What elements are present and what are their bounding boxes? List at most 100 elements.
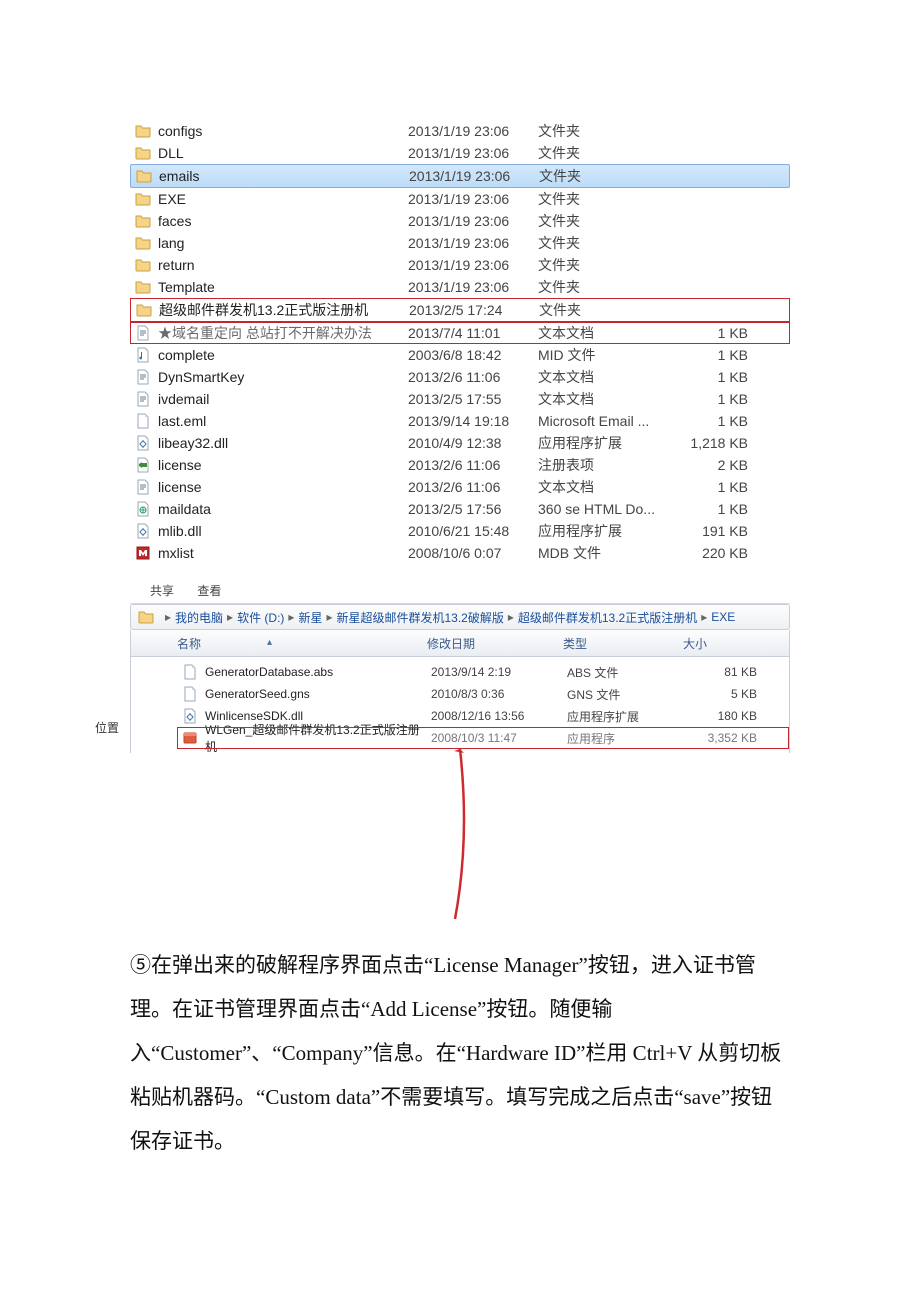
file-name: lang xyxy=(158,235,408,251)
file-size: 81 KB xyxy=(687,665,757,679)
header-date[interactable]: 修改日期 xyxy=(427,635,563,652)
file-name: license xyxy=(158,479,408,495)
file-list-2: 位置 GeneratorDatabase.abs2013/9/14 2:19AB… xyxy=(130,657,790,753)
file-date: 2008/10/3 11:47 xyxy=(431,731,567,745)
tab-view[interactable]: 查看 xyxy=(197,584,221,598)
file-name: ★域名重定向 总站打不开解决办法 xyxy=(158,323,408,343)
file-row[interactable]: Template2013/1/19 23:06文件夹 xyxy=(130,276,790,298)
file-size: 3,352 KB xyxy=(687,731,757,745)
file-date: 2013/2/5 17:56 xyxy=(408,501,538,517)
file-row[interactable]: ★域名重定向 总站打不开解决办法2013/7/4 11:01文本文档1 KB xyxy=(130,322,790,344)
file-date: 2013/1/19 23:06 xyxy=(408,257,538,273)
file-row[interactable]: license2013/2/6 11:06注册表项2 KB xyxy=(130,454,790,476)
file-row[interactable]: GeneratorDatabase.abs2013/9/14 2:19ABS 文… xyxy=(177,661,789,683)
file-row[interactable]: last.eml2013/9/14 19:18Microsoft Email .… xyxy=(130,410,790,432)
file-name: return xyxy=(158,257,408,273)
file-type: 文件夹 xyxy=(539,166,669,186)
header-name[interactable]: 名称▴ xyxy=(177,635,427,652)
file-type: ABS 文件 xyxy=(567,664,687,681)
file-date: 2010/8/3 0:36 xyxy=(431,687,567,701)
text-icon xyxy=(134,390,152,408)
file-list-2-wrap: 名称▴ 修改日期 类型 大小 位置 GeneratorDatabase.abs2… xyxy=(130,630,790,753)
header-size[interactable]: 大小 xyxy=(683,635,753,652)
file-size: 220 KB xyxy=(668,545,748,561)
file-row[interactable]: DynSmartKey2013/2/6 11:06文本文档1 KB xyxy=(130,366,790,388)
folder-icon xyxy=(134,212,152,230)
text-icon xyxy=(134,478,152,496)
chevron-right-icon: ▸ xyxy=(508,610,514,624)
file-list-1: configs2013/1/19 23:06文件夹DLL2013/1/19 23… xyxy=(130,120,790,564)
breadcrumb-seg[interactable]: 我的电脑 xyxy=(175,609,223,626)
file-size: 1 KB xyxy=(668,413,748,429)
file-date: 2013/1/19 23:06 xyxy=(408,123,538,139)
address-bar[interactable]: ▸ 我的电脑 ▸ 软件 (D:) ▸ 新星 ▸ 新星超级邮件群发机13.2破解版… xyxy=(130,604,790,630)
file-row[interactable]: GeneratorSeed.gns2010/8/3 0:36GNS 文件5 KB xyxy=(177,683,789,705)
dll-icon xyxy=(134,522,152,540)
file-row[interactable]: mlib.dll2010/6/21 15:48应用程序扩展191 KB xyxy=(130,520,790,542)
file-row[interactable]: 超级邮件群发机13.2正式版注册机2013/2/5 17:24文件夹 xyxy=(130,298,790,322)
file-type: MID 文件 xyxy=(538,345,668,365)
file-row[interactable]: WLGen_超级邮件群发机13.2正式版注册机2008/10/3 11:47应用… xyxy=(177,727,789,749)
column-headers: 名称▴ 修改日期 类型 大小 xyxy=(130,630,790,657)
chevron-right-icon: ▸ xyxy=(165,610,171,624)
file-type: 文件夹 xyxy=(538,255,668,275)
folder-icon xyxy=(134,190,152,208)
file-size: 2 KB xyxy=(668,457,748,473)
file-date: 2013/2/5 17:55 xyxy=(408,391,538,407)
file-date: 2003/6/8 18:42 xyxy=(408,347,538,363)
file-date: 2013/1/19 23:06 xyxy=(408,235,538,251)
file-type: 文件夹 xyxy=(538,211,668,231)
folder-icon xyxy=(134,122,152,140)
folder-icon xyxy=(134,256,152,274)
chevron-right-icon: ▸ xyxy=(326,610,332,624)
file-row[interactable]: configs2013/1/19 23:06文件夹 xyxy=(130,120,790,142)
breadcrumb-seg[interactable]: EXE xyxy=(711,610,735,624)
file-name: faces xyxy=(158,213,408,229)
file-row[interactable]: mxlist2008/10/6 0:07MDB 文件220 KB xyxy=(130,542,790,564)
mdb-icon xyxy=(134,544,152,562)
text-icon xyxy=(134,368,152,386)
file-type: 文件夹 xyxy=(538,143,668,163)
file-date: 2013/2/6 11:06 xyxy=(408,479,538,495)
file-row[interactable]: libeay32.dll2010/4/9 12:38应用程序扩展1,218 KB xyxy=(130,432,790,454)
folder-icon xyxy=(135,167,153,185)
text-icon xyxy=(134,324,152,342)
breadcrumb-seg[interactable]: 超级邮件群发机13.2正式版注册机 xyxy=(518,609,697,626)
breadcrumb-seg[interactable]: 软件 (D:) xyxy=(237,609,284,626)
file-name: libeay32.dll xyxy=(158,435,408,451)
file-row[interactable]: faces2013/1/19 23:06文件夹 xyxy=(130,210,790,232)
file-date: 2010/6/21 15:48 xyxy=(408,523,538,539)
file-size: 191 KB xyxy=(668,523,748,539)
breadcrumb-seg[interactable]: 新星 xyxy=(298,609,322,626)
file-type: 360 se HTML Do... xyxy=(538,501,668,517)
folder-icon xyxy=(137,608,155,626)
file-date: 2013/1/19 23:06 xyxy=(409,168,539,184)
file-name: last.eml xyxy=(158,413,408,429)
file-type: 文本文档 xyxy=(538,389,668,409)
file-row[interactable]: return2013/1/19 23:06文件夹 xyxy=(130,254,790,276)
breadcrumb-seg[interactable]: 新星超级邮件群发机13.2破解版 xyxy=(336,609,503,626)
file-row[interactable]: ivdemail2013/2/5 17:55文本文档1 KB xyxy=(130,388,790,410)
file-row[interactable]: emails2013/1/19 23:06文件夹 xyxy=(130,164,790,188)
file-date: 2013/7/4 11:01 xyxy=(408,325,538,341)
file-row[interactable]: maildata2013/2/5 17:56360 se HTML Do...1… xyxy=(130,498,790,520)
file-name: DLL xyxy=(158,145,408,161)
file-type: 文件夹 xyxy=(538,277,668,297)
file-type: 应用程序扩展 xyxy=(538,521,668,541)
html-icon xyxy=(134,500,152,518)
file-name: maildata xyxy=(158,501,408,517)
nav-pane-label: 位置 xyxy=(95,719,119,736)
file-type: 文本文档 xyxy=(538,477,668,497)
file-row[interactable]: complete2003/6/8 18:42MID 文件1 KB xyxy=(130,344,790,366)
file-type: 文件夹 xyxy=(538,189,668,209)
file-type: 文本文档 xyxy=(538,323,668,343)
header-type[interactable]: 类型 xyxy=(563,635,683,652)
file-size: 1 KB xyxy=(668,347,748,363)
file-row[interactable]: DLL2013/1/19 23:06文件夹 xyxy=(130,142,790,164)
exe-red-icon xyxy=(181,729,199,747)
tab-share[interactable]: 共享 xyxy=(150,584,174,598)
file-row[interactable]: lang2013/1/19 23:06文件夹 xyxy=(130,232,790,254)
file-row[interactable]: license2013/2/6 11:06文本文档1 KB xyxy=(130,476,790,498)
file-name: WLGen_超级邮件群发机13.2正式版注册机 xyxy=(181,721,431,755)
file-row[interactable]: EXE2013/1/19 23:06文件夹 xyxy=(130,188,790,210)
